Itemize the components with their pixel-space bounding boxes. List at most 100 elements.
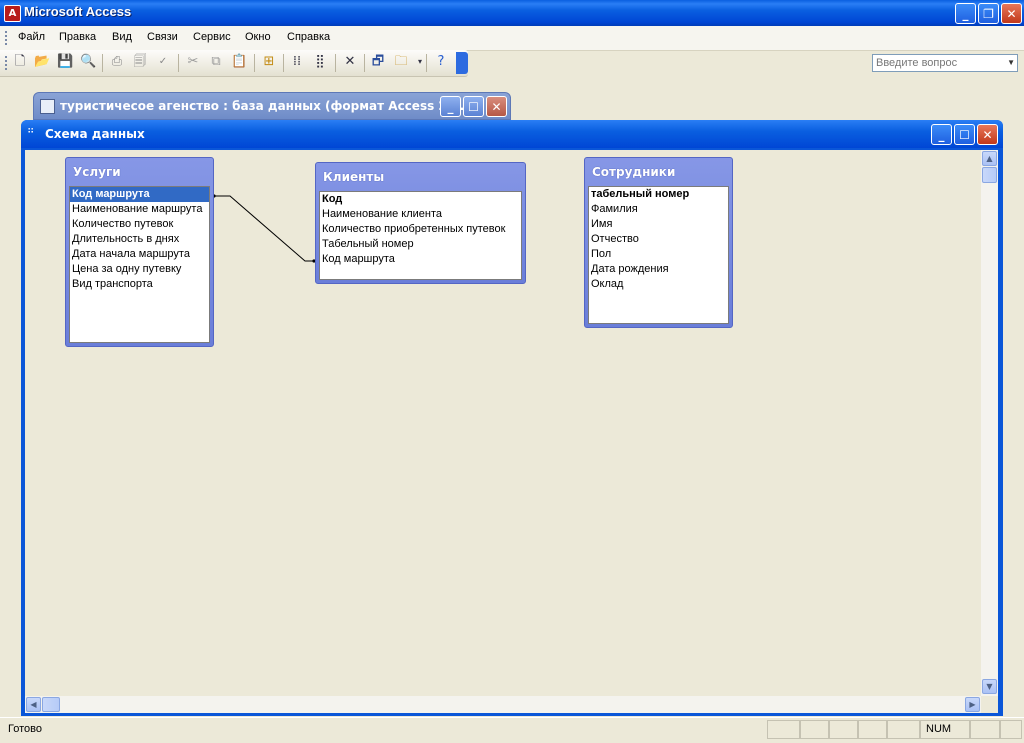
- table-clients[interactable]: Клиенты Код Наименование клиента Количес…: [315, 162, 526, 284]
- field-item[interactable]: Цена за одну путевку: [70, 262, 209, 277]
- field-item[interactable]: Имя: [589, 217, 728, 232]
- scroll-down-button[interactable]: ▼: [982, 679, 997, 694]
- field-item[interactable]: Код маршрута: [70, 187, 209, 202]
- table-services[interactable]: Услуги Код маршрута Наименование маршрут…: [65, 157, 214, 347]
- menu-file[interactable]: Файл: [18, 31, 45, 43]
- field-list[interactable]: Код маршрута Наименование маршрута Колич…: [69, 186, 210, 343]
- toolbar-separator: [426, 54, 427, 72]
- print-preview-icon[interactable]: 🗐: [132, 54, 148, 70]
- schema-close-button[interactable]: ✕: [977, 124, 998, 145]
- vertical-scroll-thumb[interactable]: [982, 167, 997, 183]
- field-list[interactable]: табельный номер Фамилия Имя Отчество Пол…: [588, 186, 729, 324]
- field-item[interactable]: Дата рождения: [589, 262, 728, 277]
- status-bar: Готово NUM: [0, 717, 1024, 743]
- field-item[interactable]: Код: [320, 192, 521, 207]
- database-window-title-bar[interactable]: туристичесое агенство : база данных (фор…: [33, 92, 511, 120]
- table-title: Сотрудники: [592, 165, 676, 179]
- new-object-icon[interactable]: 🗀: [393, 54, 409, 70]
- database-icon: [40, 99, 55, 114]
- toolbar-grip[interactable]: [5, 56, 10, 70]
- app-restore-button[interactable]: ❐: [978, 3, 999, 24]
- menu-tools[interactable]: Сервис: [193, 31, 231, 43]
- chevron-down-icon[interactable]: ▼: [1007, 55, 1015, 71]
- menu-view[interactable]: Вид: [112, 31, 132, 43]
- app-close-button[interactable]: ✕: [1001, 3, 1022, 24]
- ask-question-placeholder: Введите вопрос: [876, 57, 958, 69]
- app-minimize-button[interactable]: _: [955, 3, 976, 24]
- field-item[interactable]: Количество путевок: [70, 217, 209, 232]
- field-item[interactable]: Код маршрута: [320, 252, 521, 267]
- cut-icon[interactable]: ✂: [185, 54, 201, 70]
- schema-minimize-button[interactable]: _: [931, 124, 952, 145]
- field-item[interactable]: Наименование клиента: [320, 207, 521, 222]
- db-minimize-button[interactable]: _: [440, 96, 461, 117]
- table-title: Клиенты: [323, 170, 385, 184]
- status-panel: [1000, 720, 1022, 739]
- print-icon[interactable]: ⎙: [109, 54, 125, 70]
- relationships-canvas[interactable]: Услуги Код маршрута Наименование маршрут…: [25, 150, 981, 696]
- database-window-title: туристичесое агенство : база данных (фор…: [60, 99, 469, 113]
- spelling-icon[interactable]: ✓: [155, 54, 171, 70]
- access-app-icon[interactable]: A: [4, 5, 21, 22]
- save-icon[interactable]: 💾: [57, 54, 73, 70]
- relationships-window-title-bar[interactable]: ⠛ Схема данных _ ☐ ✕: [21, 120, 1003, 148]
- app-title-bar: A Microsoft Access _ ❐ ✕: [0, 0, 1024, 26]
- relationships-window: ⠛ Схема данных _ ☐ ✕ Услуги Код маршрута…: [21, 120, 1003, 716]
- copy-icon[interactable]: ⧉: [208, 54, 224, 70]
- menu-grip[interactable]: [5, 31, 10, 45]
- schema-maximize-button[interactable]: ☐: [954, 124, 975, 145]
- menu-relationships[interactable]: Связи: [147, 31, 178, 43]
- field-item[interactable]: Отчество: [589, 232, 728, 247]
- db-maximize-button[interactable]: ☐: [463, 96, 484, 117]
- help-icon[interactable]: ?: [433, 54, 449, 70]
- relationships-window-title: Схема данных: [45, 127, 145, 141]
- field-item[interactable]: Фамилия: [589, 202, 728, 217]
- toolbar-separator: [254, 54, 255, 72]
- menu-bar: Файл Правка Вид Связи Сервис Окно Справк…: [0, 26, 1024, 72]
- horizontal-scroll-thumb[interactable]: [42, 697, 60, 712]
- show-direct-relationships-icon[interactable]: ⁞⁞: [289, 54, 305, 70]
- status-panel: [887, 720, 920, 739]
- status-panel: [858, 720, 887, 739]
- relationships-icon: ⠛: [27, 128, 35, 139]
- scroll-left-button[interactable]: ◀: [26, 697, 41, 712]
- field-item[interactable]: табельный номер: [589, 187, 728, 202]
- database-window-icon[interactable]: 🗗: [370, 54, 386, 70]
- scroll-right-button[interactable]: ▶: [965, 697, 980, 712]
- file-search-icon[interactable]: 🔍: [80, 54, 96, 70]
- menu-window[interactable]: Окно: [245, 31, 271, 43]
- field-item[interactable]: Дата начала маршрута: [70, 247, 209, 262]
- field-item[interactable]: Пол: [589, 247, 728, 262]
- field-item[interactable]: Оклад: [589, 277, 728, 292]
- menu-help[interactable]: Справка: [287, 31, 330, 43]
- relationship-line-route-code[interactable]: [211, 195, 317, 262]
- toolbar-separator: [102, 54, 103, 72]
- field-item[interactable]: Наименование маршрута: [70, 202, 209, 217]
- field-item[interactable]: Длительность в днях: [70, 232, 209, 247]
- field-item[interactable]: Табельный номер: [320, 237, 521, 252]
- delete-icon[interactable]: ✕: [342, 54, 358, 70]
- scroll-up-button[interactable]: ▲: [982, 151, 997, 166]
- show-all-relationships-icon[interactable]: ⣿: [312, 54, 328, 70]
- toolbar-separator: [335, 54, 336, 72]
- vertical-scrollbar[interactable]: ▲ ▼: [981, 150, 998, 696]
- paste-icon[interactable]: 📋: [231, 54, 247, 70]
- status-panel: [829, 720, 858, 739]
- field-item[interactable]: Вид транспорта: [70, 277, 209, 292]
- field-item[interactable]: Количество приобретенных путевок: [320, 222, 521, 237]
- toolbar-options-button[interactable]: [456, 52, 468, 74]
- toolbar-separator: [364, 54, 365, 72]
- open-folder-icon[interactable]: 📂: [34, 54, 50, 70]
- status-text: Готово: [8, 723, 42, 735]
- menu-edit[interactable]: Правка: [59, 31, 96, 43]
- new-icon[interactable]: 🗋: [12, 54, 28, 70]
- ask-question-input[interactable]: Введите вопрос ▼: [872, 54, 1018, 72]
- show-table-icon[interactable]: ⊞: [261, 54, 277, 70]
- toolbar-separator: [283, 54, 284, 72]
- db-close-button[interactable]: ✕: [486, 96, 507, 117]
- table-employees[interactable]: Сотрудники табельный номер Фамилия Имя О…: [584, 157, 733, 328]
- horizontal-scrollbar[interactable]: ◀ ▶: [25, 696, 981, 713]
- field-list[interactable]: Код Наименование клиента Количество прио…: [319, 191, 522, 280]
- status-panel: [970, 720, 1000, 739]
- table-title: Услуги: [73, 165, 121, 179]
